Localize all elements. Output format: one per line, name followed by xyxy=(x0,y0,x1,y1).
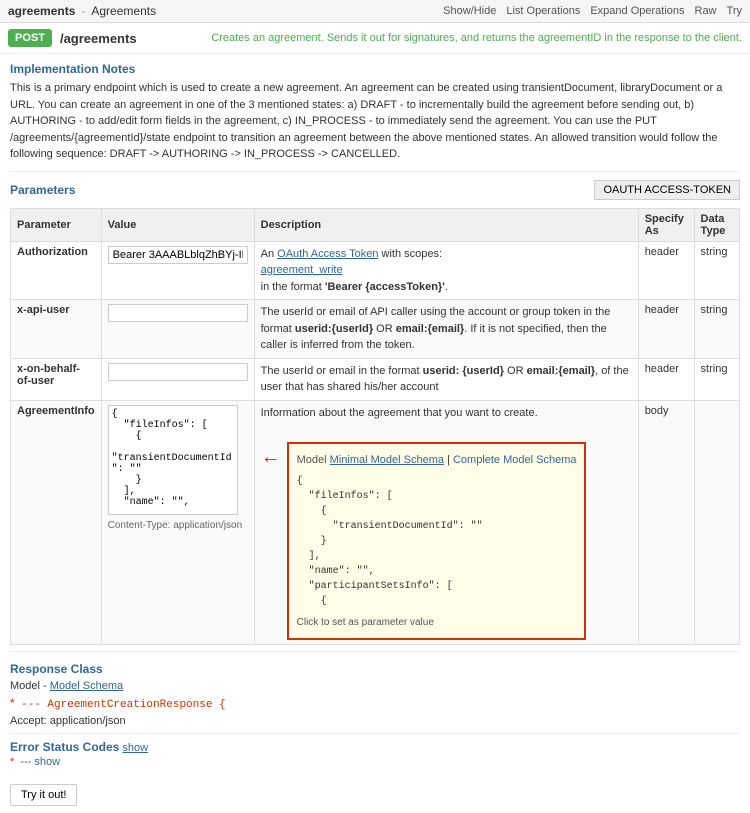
action-list-ops[interactable]: List Operations xyxy=(506,5,580,17)
model-tab-minimal[interactable]: Minimal Model Schema xyxy=(330,454,444,466)
post-badge: POST xyxy=(8,29,52,47)
oauth-access-token-button[interactable]: OAUTH ACCESS-TOKEN xyxy=(594,180,740,200)
action-raw[interactable]: Raw xyxy=(695,5,717,17)
oauth-link[interactable]: OAuth Access Token xyxy=(277,248,378,260)
xapiuser-specify: header xyxy=(638,300,694,359)
xonbehalf-value-input[interactable] xyxy=(108,363,248,381)
method-description: Creates an agreement. Sends it out for s… xyxy=(211,32,742,44)
accept-value: application/json xyxy=(50,715,126,727)
error-item-show[interactable]: --- show xyxy=(20,756,60,768)
brand: agreements xyxy=(8,4,75,18)
impl-notes-title: Implementation Notes xyxy=(10,62,740,76)
params-section: Parameters OAUTH ACCESS-TOKEN Parameter … xyxy=(10,180,740,646)
xonbehalf-desc: The userId or email in the format userid… xyxy=(261,365,629,394)
param-name-xonbehalf: x-on-behalf-of-user xyxy=(17,363,80,387)
param-name-authorization: Authorization xyxy=(17,246,88,258)
arrow-icon: ← xyxy=(261,446,281,468)
xonbehalf-specify: header xyxy=(638,358,694,400)
agreementinfo-specify: body xyxy=(638,400,694,645)
error-show-link[interactable]: show xyxy=(122,742,148,754)
top-bar: agreements - Agreements Show/Hide List O… xyxy=(0,0,750,23)
params-title: Parameters xyxy=(10,183,75,197)
agreement-write-link[interactable]: agreement_write xyxy=(261,264,343,276)
agreementinfo-datatype xyxy=(694,400,739,645)
col-value: Value xyxy=(101,208,254,241)
param-name-xapiuser: x-api-user xyxy=(17,304,70,316)
auth-specify: header xyxy=(638,241,694,300)
xapiuser-datatype: string xyxy=(694,300,739,359)
table-row: x-on-behalf-of-user The userId or email … xyxy=(11,358,740,400)
model-tab-label: Model xyxy=(297,454,330,466)
xapiuser-desc: The userId or email of API caller using … xyxy=(261,306,611,351)
method-path: /agreements xyxy=(60,31,137,46)
model-tab-complete[interactable]: Complete Model Schema xyxy=(453,454,577,466)
xapiuser-value-input[interactable] xyxy=(108,304,248,322)
method-row: POST /agreements Creates an agreement. S… xyxy=(0,23,750,54)
response-class-name: --- AgreementCreationResponse { xyxy=(21,699,226,711)
response-bullet: * xyxy=(10,696,15,710)
params-table: Parameter Value Description Specify As D… xyxy=(10,208,740,646)
col-datatype: Data Type xyxy=(694,208,739,241)
table-row: Authorization An OAuth Access Token with… xyxy=(11,241,740,300)
response-model-label: Model - xyxy=(10,680,50,692)
response-model-link[interactable]: Model Schema xyxy=(50,680,123,692)
auth-datatype: string xyxy=(694,241,739,300)
try-it-out-button[interactable]: Try it out! xyxy=(10,784,77,806)
accept-label: Accept: xyxy=(10,715,47,727)
col-parameter: Parameter xyxy=(11,208,102,241)
agreementinfo-desc: Information about the agreement that you… xyxy=(261,407,538,419)
error-title: Error Status Codes xyxy=(10,740,119,754)
model-popup: Model Minimal Model Schema | Complete Mo… xyxy=(287,442,587,641)
authorization-value-input[interactable] xyxy=(108,246,248,264)
action-showhide[interactable]: Show/Hide xyxy=(443,5,496,17)
content-type-label: Content-Type: application/json xyxy=(108,520,248,531)
impl-notes-text: This is a primary endpoint which is used… xyxy=(10,80,740,163)
param-name-agreementinfo: AgreementInfo xyxy=(17,405,95,417)
model-click-hint[interactable]: Click to set as parameter value xyxy=(297,615,577,630)
col-specify: Specify As xyxy=(638,208,694,241)
agreementinfo-textarea[interactable]: { "fileInfos": [ { "transientDocumentId"… xyxy=(108,405,238,515)
top-title: Agreements xyxy=(91,4,156,18)
auth-desc-before: An xyxy=(261,248,278,260)
action-try[interactable]: Try xyxy=(727,5,742,17)
model-code: { "fileInfos": [ { "transientDocumentId"… xyxy=(297,474,577,609)
table-row: AgreementInfo { "fileInfos": [ { "transi… xyxy=(11,400,740,645)
error-bullet: * xyxy=(10,756,14,768)
brand-sep: - xyxy=(81,4,85,18)
impl-notes-section: Implementation Notes This is a primary e… xyxy=(10,62,740,163)
error-status-section: Error Status Codes show * --- show xyxy=(10,740,740,768)
accept-row: Accept: application/json xyxy=(10,715,740,727)
response-section: Response Class Model - Model Schema * --… xyxy=(10,662,740,711)
xonbehalf-datatype: string xyxy=(694,358,739,400)
action-expand-ops[interactable]: Expand Operations xyxy=(590,5,684,17)
col-description: Description xyxy=(254,208,638,241)
response-title: Response Class xyxy=(10,662,740,676)
table-row: x-api-user The userId or email of API ca… xyxy=(11,300,740,359)
